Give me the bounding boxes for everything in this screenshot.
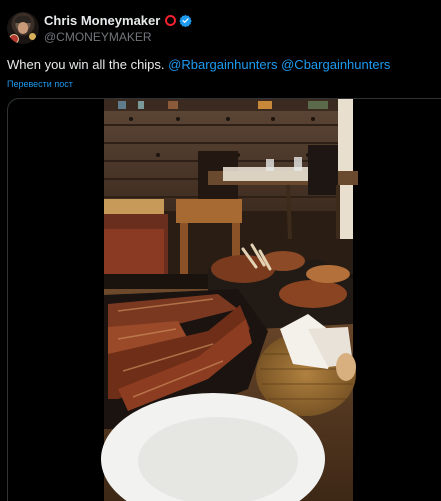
author-row: Chris Moneymaker <box>44 13 193 28</box>
red-ring-icon <box>165 15 177 26</box>
tweet-video[interactable] <box>7 98 441 501</box>
tweet-text-main: When you win all the chips. <box>7 57 165 72</box>
video-content <box>101 99 358 501</box>
author-handle[interactable]: @CMONEYMAKER <box>44 30 152 44</box>
avatar[interactable] <box>7 12 39 44</box>
verified-badge-icon <box>179 14 193 27</box>
author-name[interactable]: Chris Moneymaker <box>44 13 160 28</box>
video-frame <box>101 99 358 501</box>
mention-link[interactable]: @Cbargainhunters <box>281 57 390 72</box>
tweet: Chris Moneymaker @CMONEYMAKER When you w… <box>0 0 441 501</box>
translate-link[interactable]: Перевести пост <box>7 79 73 89</box>
mention-link[interactable]: @Rbargainhunters <box>168 57 277 72</box>
tweet-header: Chris Moneymaker @CMONEYMAKER <box>7 12 427 46</box>
tweet-text: When you win all the chips. @Rbargainhun… <box>7 57 390 73</box>
